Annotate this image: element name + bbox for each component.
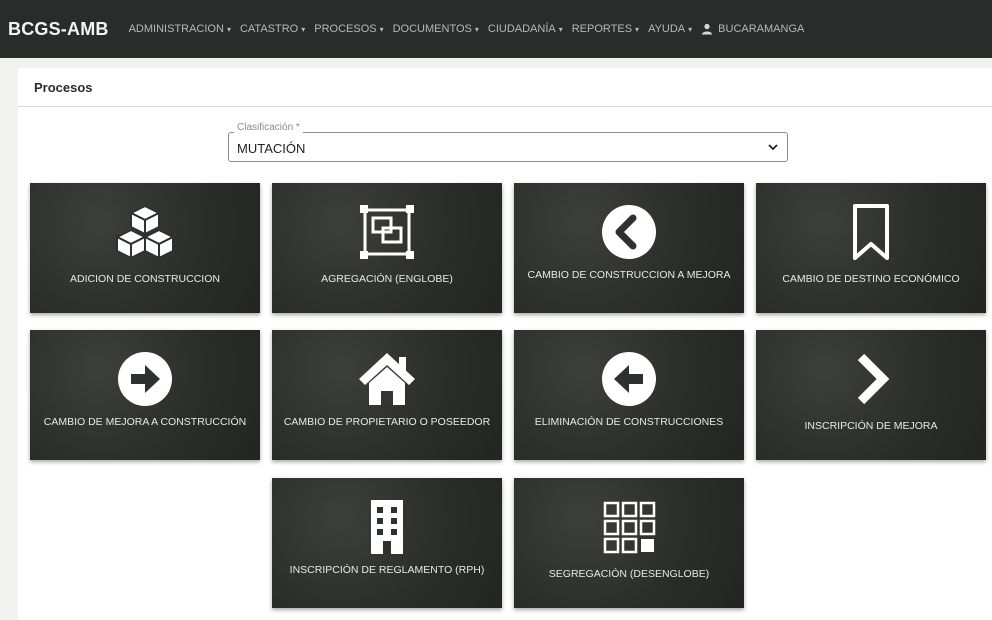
nav-label: PROCESOS bbox=[314, 23, 377, 35]
caret-down-icon: ▾ bbox=[226, 24, 231, 34]
tile-label: AGREGACIÓN (ENGLOBE) bbox=[321, 273, 453, 285]
caret-down-icon: ▾ bbox=[474, 24, 479, 34]
classification-select[interactable]: MUTACIÓN bbox=[228, 132, 788, 162]
classification-value: MUTACIÓN bbox=[237, 141, 306, 156]
tile-label: SEGREGACIÓN (DESENGLOBE) bbox=[548, 568, 710, 580]
grid-squares-icon bbox=[594, 492, 664, 562]
circle-arrow-left-icon bbox=[594, 344, 664, 414]
nav-label: DOCUMENTOS bbox=[392, 23, 472, 35]
nav-user-menu[interactable]: BUCARAMANGA bbox=[701, 23, 804, 35]
merge-squares-icon bbox=[352, 197, 422, 267]
tile-label: CAMBIO DE PROPIETARIO O POSEEDOR bbox=[283, 416, 491, 428]
caret-down-icon: ▾ bbox=[379, 24, 384, 34]
nav-administracion[interactable]: ADMINISTRACION ▾ bbox=[129, 23, 231, 35]
brand-logo[interactable]: BCGS-AMB bbox=[8, 19, 109, 40]
panel-title: Procesos bbox=[18, 68, 992, 107]
tile-adicion-construccion[interactable]: ADICION DE CONSTRUCCION bbox=[30, 183, 260, 313]
nav-label: AYUDA bbox=[648, 23, 686, 35]
caret-down-icon: ▾ bbox=[558, 24, 563, 34]
tile-segregacion-desenglobe[interactable]: SEGREGACIÓN (DESENGLOBE) bbox=[514, 478, 744, 608]
tile-cambio-destino-economico[interactable]: CAMBIO DE DESTINO ECONÓMICO bbox=[756, 183, 986, 313]
classification-label: Clasificación * bbox=[234, 122, 303, 133]
tile-inscripcion-mejora[interactable]: INSCRIPCIÓN DE MEJORA bbox=[756, 330, 986, 460]
tile-label: CAMBIO DE DESTINO ECONÓMICO bbox=[782, 273, 960, 285]
caret-down-icon: ▾ bbox=[688, 24, 693, 34]
nav-documentos[interactable]: DOCUMENTOS ▾ bbox=[393, 23, 479, 35]
tile-label: CAMBIO DE CONSTRUCCION A MEJORA bbox=[527, 269, 731, 281]
tile-label: INSCRIPCIÓN DE REGLAMENTO (RPH) bbox=[289, 564, 485, 576]
classification-field: MUTACIÓN Clasificación * bbox=[228, 122, 788, 162]
caret-down-icon: ▾ bbox=[301, 24, 306, 34]
tile-inscripcion-reglamento[interactable]: INSCRIPCIÓN DE REGLAMENTO (RPH) bbox=[272, 478, 502, 608]
building-icon bbox=[352, 492, 422, 562]
nav-label: CIUDADANÍA bbox=[487, 23, 556, 35]
nav-ayuda[interactable]: AYUDA ▾ bbox=[648, 23, 692, 35]
caret-down-icon: ▾ bbox=[635, 24, 640, 34]
nav-label: ADMINISTRACION bbox=[128, 23, 224, 35]
chevron-right-icon bbox=[836, 344, 906, 414]
tile-cambio-propietario[interactable]: CAMBIO DE PROPIETARIO O POSEEDOR bbox=[272, 330, 502, 460]
tile-agregacion-englobe[interactable]: AGREGACIÓN (ENGLOBE) bbox=[272, 183, 502, 313]
circle-arrow-right-icon bbox=[110, 344, 180, 414]
chevron-down-icon bbox=[768, 144, 778, 151]
bookmark-icon bbox=[836, 197, 906, 267]
circle-chevron-left-icon bbox=[594, 197, 664, 267]
user-name: BUCARAMANGA bbox=[718, 23, 805, 35]
nav-procesos[interactable]: PROCESOS ▾ bbox=[314, 23, 383, 35]
cubes-icon bbox=[110, 197, 180, 267]
user-icon bbox=[702, 23, 713, 35]
nav-ciudadania[interactable]: CIUDADANÍA ▾ bbox=[488, 23, 563, 35]
nav-reportes[interactable]: REPORTES ▾ bbox=[572, 23, 639, 35]
nav-label: CATASTRO bbox=[239, 23, 299, 35]
tile-cambio-mejora-construccion[interactable]: CAMBIO DE MEJORA A CONSTRUCCIÓN bbox=[30, 330, 260, 460]
tile-label: ELIMINACIÓN DE CONSTRUCCIONES bbox=[534, 416, 724, 428]
nav-catastro[interactable]: CATASTRO ▾ bbox=[240, 23, 305, 35]
nav-label: REPORTES bbox=[571, 23, 633, 35]
tile-label: CAMBIO DE MEJORA A CONSTRUCCIÓN bbox=[43, 416, 247, 428]
tile-label: ADICION DE CONSTRUCCION bbox=[70, 273, 220, 285]
tile-label: INSCRIPCIÓN DE MEJORA bbox=[804, 420, 938, 432]
tile-cambio-construccion-mejora[interactable]: CAMBIO DE CONSTRUCCION A MEJORA bbox=[514, 183, 744, 313]
tile-eliminacion-construcciones[interactable]: ELIMINACIÓN DE CONSTRUCCIONES bbox=[514, 330, 744, 460]
top-navbar: BCGS-AMB ADMINISTRACION ▾ CATASTRO ▾ PROCE… bbox=[0, 0, 992, 58]
home-icon bbox=[352, 344, 422, 414]
